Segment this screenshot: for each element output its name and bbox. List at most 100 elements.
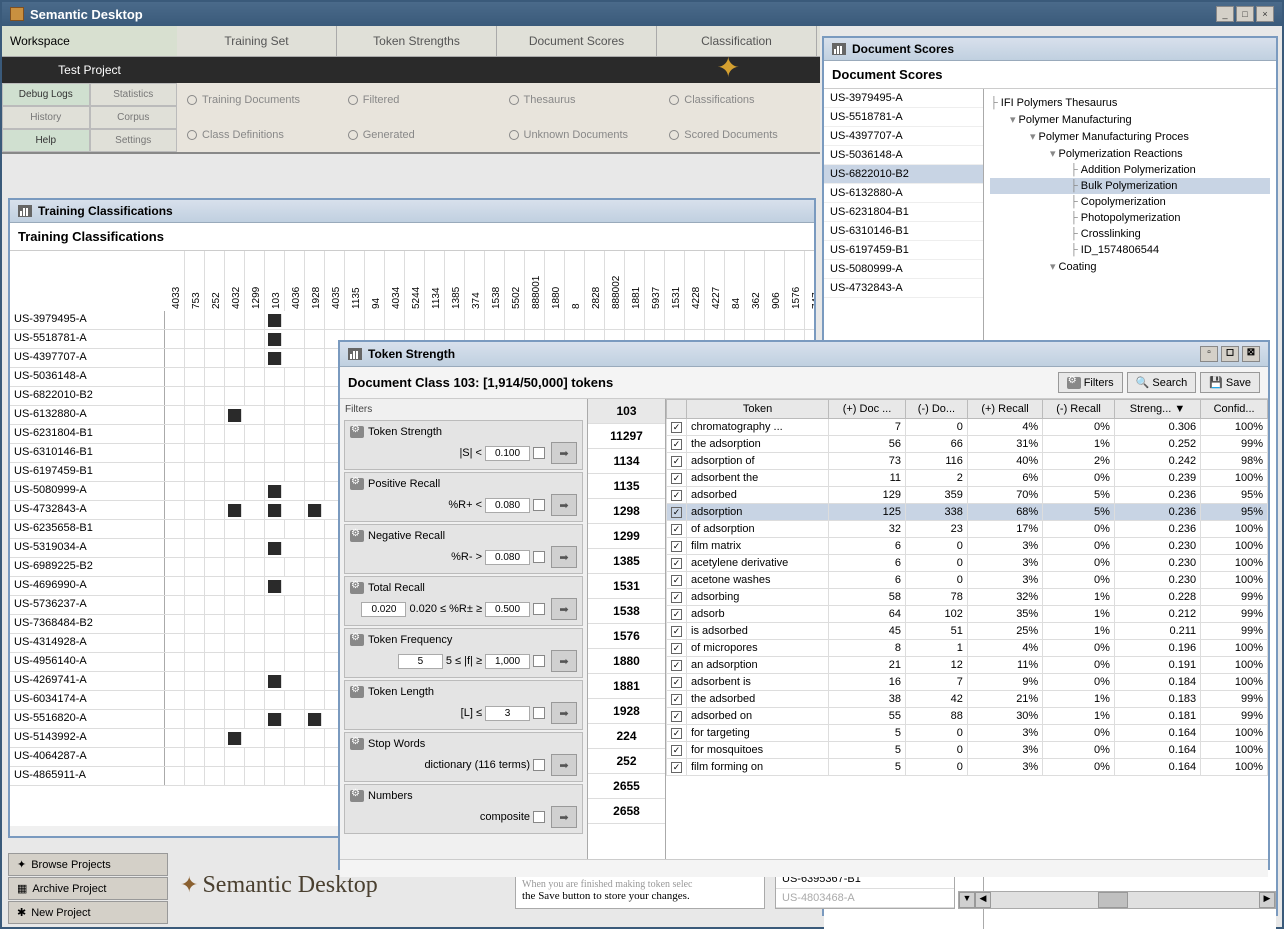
training-col-header[interactable]: 362 (745, 251, 765, 311)
training-cell[interactable] (165, 710, 185, 728)
radio-scored-documents[interactable]: Scored Documents (659, 118, 820, 153)
token-row[interactable]: ✓the adsorbed384221%1%0.18399% (667, 691, 1268, 708)
training-cell[interactable] (225, 368, 245, 386)
training-cell[interactable] (245, 767, 265, 785)
filter-checkbox[interactable] (533, 551, 545, 563)
training-cell[interactable] (228, 409, 242, 422)
score-list-item[interactable]: US-4397707-A (824, 127, 983, 146)
tree-node[interactable]: ├Crosslinking (990, 226, 1270, 242)
training-cell[interactable] (285, 577, 305, 595)
training-cell[interactable] (285, 520, 305, 538)
filter-input[interactable] (485, 446, 530, 461)
row-checkbox[interactable]: ✓ (671, 711, 682, 722)
training-cell[interactable] (185, 330, 205, 348)
row-checkbox[interactable]: ✓ (671, 456, 682, 467)
training-cell[interactable] (265, 653, 285, 671)
training-cell[interactable] (165, 368, 185, 386)
training-cell[interactable] (268, 504, 282, 517)
training-cell[interactable] (205, 558, 225, 576)
training-cell[interactable] (205, 634, 225, 652)
training-cell[interactable] (285, 368, 305, 386)
token-col-header[interactable]: Confid... (1201, 400, 1268, 419)
training-cell[interactable] (805, 311, 814, 329)
training-cell[interactable] (165, 406, 185, 424)
filter-input[interactable] (485, 498, 530, 513)
training-cell[interactable] (205, 615, 225, 633)
training-cell[interactable] (245, 539, 265, 557)
training-cell[interactable] (185, 463, 205, 481)
training-cell[interactable] (165, 501, 185, 519)
filter-apply-button[interactable]: ➡ (551, 598, 577, 620)
training-col-header[interactable]: 5244 (405, 251, 425, 311)
scroll-right-button[interactable]: ▶ (1259, 892, 1275, 908)
training-cell[interactable] (365, 311, 385, 329)
training-row-label[interactable]: US-4732843-A (10, 501, 165, 519)
training-cell[interactable] (285, 596, 305, 614)
training-cell[interactable] (285, 311, 305, 329)
training-cell[interactable] (268, 675, 282, 688)
training-cell[interactable] (185, 653, 205, 671)
training-col-header[interactable]: 2828 (585, 251, 605, 311)
row-checkbox[interactable]: ✓ (671, 660, 682, 671)
token-row[interactable]: ✓adsorbed12935970%5%0.23695% (667, 487, 1268, 504)
row-checkbox[interactable]: ✓ (671, 490, 682, 501)
training-col-header[interactable]: 1881 (625, 251, 645, 311)
training-cell[interactable] (225, 748, 245, 766)
training-cell[interactable] (465, 311, 485, 329)
training-cell[interactable] (225, 425, 245, 443)
training-cell[interactable] (205, 767, 225, 785)
training-cell[interactable] (705, 311, 725, 329)
filter-apply-button[interactable]: ➡ (551, 546, 577, 568)
training-cell[interactable] (525, 311, 545, 329)
training-cell[interactable] (245, 558, 265, 576)
training-cell[interactable] (205, 710, 225, 728)
training-cell[interactable] (245, 406, 265, 424)
training-col-header[interactable]: 252 (205, 251, 225, 311)
training-cell[interactable] (345, 311, 365, 329)
training-cell[interactable] (285, 672, 305, 690)
training-cell[interactable] (245, 444, 265, 462)
filter-checkbox[interactable] (533, 759, 545, 771)
minimize-button[interactable]: _ (1216, 6, 1234, 22)
training-cell[interactable] (225, 615, 245, 633)
training-row-label[interactable]: US-6034174-A (10, 691, 165, 709)
training-cell[interactable] (265, 425, 285, 443)
radio-class-definitions[interactable]: Class Definitions (177, 118, 338, 153)
training-col-header[interactable]: 747 (805, 251, 814, 311)
row-checkbox[interactable]: ✓ (671, 626, 682, 637)
training-cell[interactable] (265, 615, 285, 633)
training-cell[interactable] (285, 425, 305, 443)
training-row-label[interactable]: US-4269741-A (10, 672, 165, 690)
training-row-label[interactable]: US-4064287-A (10, 748, 165, 766)
tree-node[interactable]: ├IFI Polymers Thesaurus (990, 95, 1270, 111)
row-checkbox[interactable]: ✓ (671, 575, 682, 586)
training-cell[interactable] (505, 311, 525, 329)
training-cell[interactable] (205, 463, 225, 481)
training-col-header[interactable]: 4032 (225, 251, 245, 311)
training-cell[interactable] (245, 368, 265, 386)
score-list-item[interactable]: US-5080999-A (824, 260, 983, 279)
radio-training-documents[interactable]: Training Documents (177, 83, 338, 118)
training-cell[interactable] (185, 596, 205, 614)
training-cell[interactable] (185, 425, 205, 443)
training-cell[interactable] (605, 311, 625, 329)
training-cell[interactable] (268, 314, 282, 327)
row-checkbox[interactable]: ✓ (671, 558, 682, 569)
class-tab[interactable]: 2655 (588, 774, 665, 799)
training-cell[interactable] (285, 444, 305, 462)
filter-checkbox[interactable] (533, 655, 545, 667)
filter-checkbox[interactable] (533, 499, 545, 511)
training-cell[interactable] (745, 311, 765, 329)
filter-apply-button[interactable]: ➡ (551, 806, 577, 828)
training-col-header[interactable]: 84 (725, 251, 745, 311)
training-cell[interactable] (165, 729, 185, 747)
training-cell[interactable] (165, 634, 185, 652)
class-tab[interactable]: 1928 (588, 699, 665, 724)
training-cell[interactable] (205, 425, 225, 443)
tab-document-scores[interactable]: Document Scores (497, 26, 657, 56)
training-row-label[interactable]: US-4696990-A (10, 577, 165, 595)
class-tab[interactable]: 1298 (588, 499, 665, 524)
training-cell[interactable] (225, 463, 245, 481)
training-row-label[interactable]: US-5036148-A (10, 368, 165, 386)
token-row[interactable]: ✓for targeting503%0%0.164100% (667, 725, 1268, 742)
